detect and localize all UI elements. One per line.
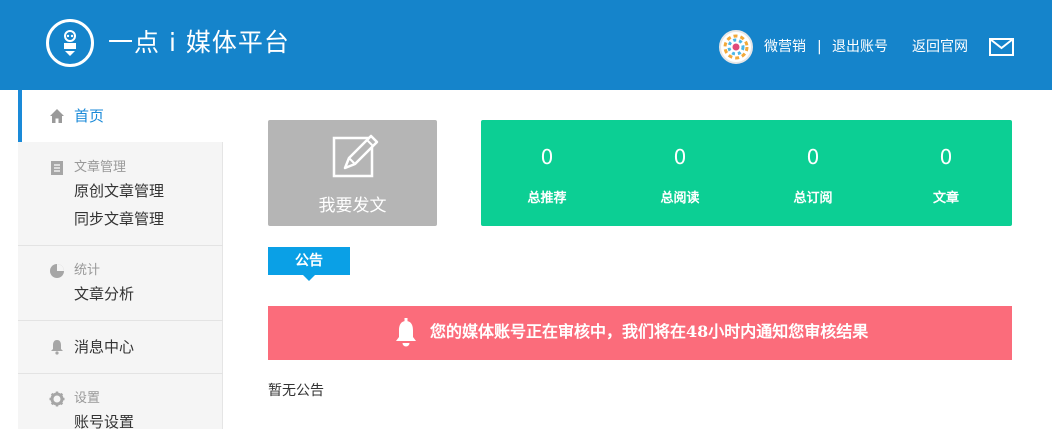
- platform-title: 一点 i 媒体平台: [108, 28, 290, 57]
- avatar[interactable]: [719, 30, 753, 64]
- sidebar-divider: [18, 373, 223, 374]
- header-separator: |: [817, 39, 822, 55]
- sidebar-item-original-articles[interactable]: 原创文章管理: [74, 182, 164, 200]
- sidebar-group-articles: 文章管理: [74, 160, 127, 175]
- review-alert-text: 您的媒体账号正在审核中，我们将在48小时内通知您审核结果: [430, 322, 869, 341]
- stat-label: 总阅读: [660, 191, 700, 206]
- stat-value: 0: [540, 145, 554, 169]
- logo-icon[interactable]: [46, 19, 94, 67]
- tab-announcement[interactable]: 公告: [268, 247, 350, 275]
- sidebar-divider: [18, 245, 223, 246]
- write-article-button[interactable]: 我要发文: [268, 120, 437, 226]
- gear-icon: [49, 391, 65, 407]
- sidebar-group-stats: 统计: [74, 263, 101, 278]
- pen-icon: [332, 134, 379, 178]
- sidebar: 首页 文章管理 原创文章管理 同步文章管理 统计 文章分析 消息中心 设置 账号…: [18, 90, 223, 431]
- stat-value: 0: [939, 145, 953, 169]
- sidebar-item-sync-articles[interactable]: 同步文章管理: [74, 210, 164, 228]
- stat-total-reads: 0 总阅读: [614, 120, 746, 226]
- empty-announcement-text: 暂无公告: [268, 383, 324, 399]
- stat-value: 0: [673, 145, 687, 169]
- sidebar-item-article-analysis[interactable]: 文章分析: [74, 285, 134, 303]
- stat-label: 总订阅: [793, 191, 833, 206]
- username-link[interactable]: 微营销: [764, 38, 806, 56]
- sidebar-item-label: 首页: [74, 107, 105, 125]
- stat-articles: 0 文章: [880, 120, 1012, 226]
- stat-label: 文章: [932, 191, 959, 206]
- bell-icon: [51, 340, 63, 355]
- stat-total-subscriptions: 0 总订阅: [747, 120, 879, 226]
- mail-icon[interactable]: [989, 38, 1014, 56]
- logout-link[interactable]: 退出账号: [832, 38, 888, 56]
- sidebar-group-settings: 设置: [74, 391, 101, 406]
- sidebar-item-account-settings[interactable]: 账号设置: [74, 413, 134, 431]
- pie-chart-icon: [50, 264, 64, 278]
- stat-value: 0: [806, 145, 820, 169]
- back-home-link[interactable]: 返回官网: [912, 38, 968, 56]
- sidebar-item-messages[interactable]: 消息中心: [74, 338, 134, 356]
- write-article-label: 我要发文: [318, 196, 387, 216]
- tab-arrow: [303, 275, 315, 281]
- sidebar-divider: [18, 320, 223, 321]
- stat-label: 总推荐: [527, 191, 567, 206]
- stat-total-recommend: 0 总推荐: [481, 120, 613, 226]
- top-header: 一点 i 媒体平台 微营销 | 退出账号 返回官网: [0, 0, 1052, 90]
- document-icon: [51, 161, 63, 175]
- bell-icon: [396, 318, 416, 347]
- home-icon: [50, 109, 64, 123]
- stats-panel: 0 总推荐 0 总阅读 0 总订阅 0 文章: [481, 120, 1012, 226]
- sidebar-item-home[interactable]: 首页: [18, 90, 223, 142]
